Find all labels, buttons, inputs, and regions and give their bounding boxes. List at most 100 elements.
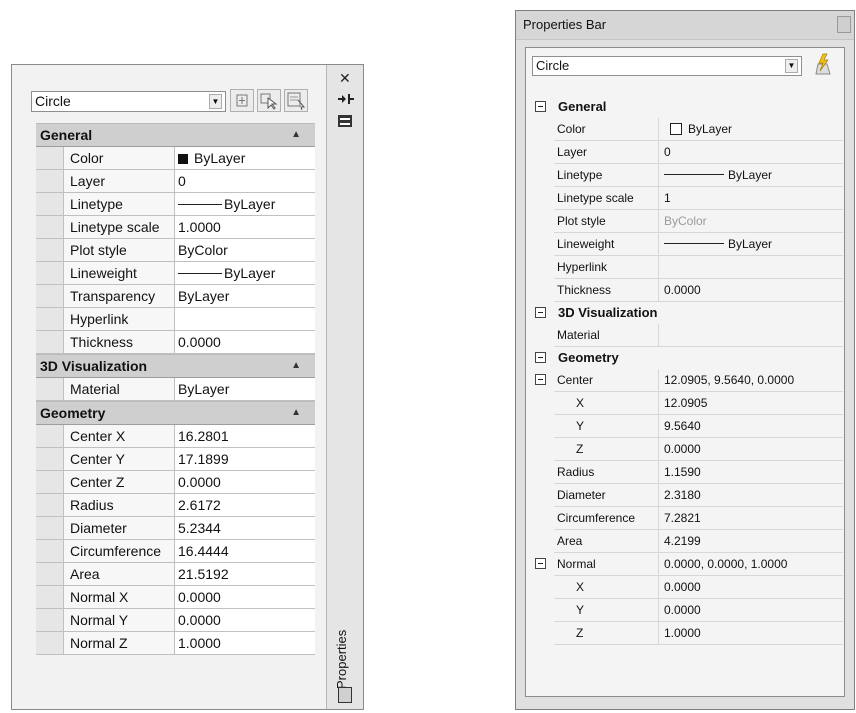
toggle-pickadd-icon[interactable]: [230, 89, 254, 112]
property-value[interactable]: [659, 256, 843, 279]
collapse-minus-icon[interactable]: [535, 307, 546, 318]
property-row[interactable]: Center Y 17.1899: [36, 448, 315, 471]
property-row[interactable]: Hyperlink: [36, 308, 315, 331]
category-header[interactable]: Geometry ▲: [36, 401, 315, 425]
property-row[interactable]: Diameter 2.3180: [533, 484, 843, 507]
property-value[interactable]: 9.5640: [659, 415, 843, 438]
property-row[interactable]: Radius 1.1590: [533, 461, 843, 484]
property-row[interactable]: Thickness 0.0000: [36, 331, 315, 354]
close-icon[interactable]: [837, 16, 851, 33]
property-value[interactable]: 7.2821: [659, 507, 843, 530]
property-row[interactable]: Layer 0: [533, 141, 843, 164]
property-row[interactable]: Material: [533, 324, 843, 347]
property-value[interactable]: 4.2199: [659, 530, 843, 553]
chevron-down-icon[interactable]: ▼: [209, 94, 222, 109]
properties-menu-icon[interactable]: [338, 115, 352, 127]
collapse-minus-icon[interactable]: [535, 352, 546, 363]
property-value[interactable]: 12.0905: [659, 392, 843, 415]
property-value[interactable]: 1.0000: [175, 632, 315, 654]
property-row[interactable]: Linetype scale 1.0000: [36, 216, 315, 239]
property-row[interactable]: Area 21.5192: [36, 563, 315, 586]
property-row[interactable]: Normal Z 1.0000: [36, 632, 315, 655]
property-value[interactable]: 17.1899: [175, 448, 315, 470]
property-value[interactable]: ByLayer: [175, 147, 315, 169]
property-value[interactable]: 0: [175, 170, 315, 192]
autohide-icon[interactable]: [336, 91, 356, 111]
property-value[interactable]: 12.0905, 9.5640, 0.0000: [659, 369, 843, 392]
property-row[interactable]: Linetype scale 1: [533, 187, 843, 210]
collapse-caret-icon[interactable]: ▲: [291, 124, 301, 146]
property-value[interactable]: ByLayer: [175, 193, 315, 215]
property-value[interactable]: 0.0000: [175, 471, 315, 493]
property-value[interactable]: 0: [659, 141, 843, 164]
property-value[interactable]: ByLayer: [175, 262, 315, 284]
property-row[interactable]: Lineweight ByLayer: [36, 262, 315, 285]
property-value[interactable]: ByLayer: [659, 233, 843, 256]
property-row[interactable]: Hyperlink: [533, 256, 843, 279]
properties-side-tab[interactable]: Properties: [334, 609, 349, 689]
property-row[interactable]: X 12.0905: [533, 392, 843, 415]
property-value[interactable]: 5.2344: [175, 517, 315, 539]
property-row[interactable]: Normal X 0.0000: [36, 586, 315, 609]
right-object-type-dropdown[interactable]: Circle ▼: [532, 56, 802, 76]
property-value[interactable]: 0.0000: [659, 279, 843, 302]
property-value[interactable]: 16.4444: [175, 540, 315, 562]
collapse-caret-icon[interactable]: ▲: [291, 402, 301, 424]
property-value[interactable]: 2.6172: [175, 494, 315, 516]
property-row[interactable]: Linetype ByLayer: [36, 193, 315, 216]
property-value[interactable]: ByLayer: [659, 164, 843, 187]
property-value[interactable]: 1: [659, 187, 843, 210]
collapse-minus-icon[interactable]: [535, 558, 546, 569]
property-row[interactable]: Circumference 16.4444: [36, 540, 315, 563]
property-row[interactable]: Center Z 0.0000: [36, 471, 315, 494]
property-row[interactable]: Plot style ByColor: [533, 210, 843, 233]
property-row[interactable]: Color ByLayer: [533, 118, 843, 141]
property-row[interactable]: Z 0.0000: [533, 438, 843, 461]
property-value[interactable]: ByLayer: [175, 285, 315, 307]
property-row[interactable]: Lineweight ByLayer: [533, 233, 843, 256]
property-row[interactable]: Linetype ByLayer: [533, 164, 843, 187]
property-value[interactable]: 0.0000: [659, 599, 843, 622]
property-value[interactable]: 0.0000: [175, 609, 315, 631]
category-header[interactable]: Geometry: [533, 347, 843, 369]
category-header[interactable]: General: [533, 96, 843, 118]
property-value[interactable]: [659, 324, 843, 347]
property-row[interactable]: Normal Y 0.0000: [36, 609, 315, 632]
property-value[interactable]: 0.0000: [175, 331, 315, 353]
select-objects-icon[interactable]: [257, 89, 281, 112]
property-value[interactable]: 0.0000, 0.0000, 1.0000: [659, 553, 843, 576]
property-value[interactable]: 0.0000: [175, 586, 315, 608]
property-value[interactable]: 1.0000: [659, 622, 843, 645]
collapse-minus-icon[interactable]: [535, 374, 546, 385]
palette-settings-icon[interactable]: [338, 687, 352, 703]
category-header[interactable]: 3D Visualization: [533, 302, 843, 324]
quick-select-lightning-icon[interactable]: [810, 52, 834, 78]
property-row[interactable]: Material ByLayer: [36, 378, 315, 401]
property-row[interactable]: Circumference 7.2821: [533, 507, 843, 530]
property-row[interactable]: Normal 0.0000, 0.0000, 1.0000: [533, 553, 843, 576]
chevron-down-icon[interactable]: ▼: [785, 59, 798, 73]
collapse-caret-icon[interactable]: ▲: [291, 355, 301, 377]
property-row[interactable]: Y 9.5640: [533, 415, 843, 438]
property-row[interactable]: Transparency ByLayer: [36, 285, 315, 308]
category-header[interactable]: General ▲: [36, 123, 315, 147]
property-row[interactable]: Layer 0: [36, 170, 315, 193]
property-value[interactable]: 2.3180: [659, 484, 843, 507]
property-value[interactable]: ByColor: [175, 239, 315, 261]
property-value[interactable]: ByLayer: [659, 118, 843, 141]
property-row[interactable]: Thickness 0.0000: [533, 279, 843, 302]
collapse-minus-icon[interactable]: [535, 101, 546, 112]
property-value[interactable]: [175, 308, 315, 330]
property-row[interactable]: Z 1.0000: [533, 622, 843, 645]
property-row[interactable]: Radius 2.6172: [36, 494, 315, 517]
property-value[interactable]: 1.0000: [175, 216, 315, 238]
property-row[interactable]: Area 4.2199: [533, 530, 843, 553]
property-value[interactable]: 1.1590: [659, 461, 843, 484]
property-row[interactable]: X 0.0000: [533, 576, 843, 599]
property-row[interactable]: Diameter 5.2344: [36, 517, 315, 540]
property-value[interactable]: 16.2801: [175, 425, 315, 447]
property-row[interactable]: Y 0.0000: [533, 599, 843, 622]
property-row[interactable]: Plot style ByColor: [36, 239, 315, 262]
property-row[interactable]: Color ByLayer: [36, 147, 315, 170]
property-value[interactable]: 0.0000: [659, 576, 843, 599]
